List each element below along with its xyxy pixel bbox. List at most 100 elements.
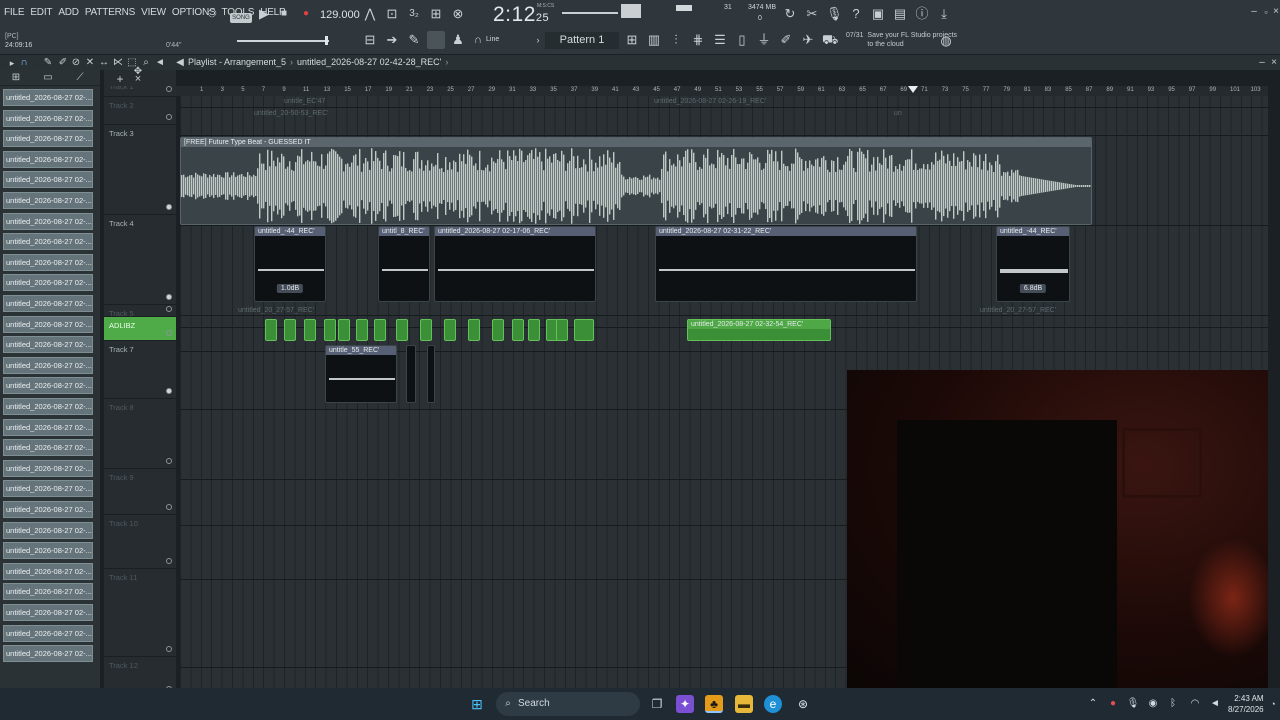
track-mute-dot[interactable]: [166, 294, 172, 300]
move-icon[interactable]: ✥: [130, 64, 146, 80]
track-mute-dot[interactable]: [166, 458, 172, 464]
record-icon[interactable]: ●: [298, 6, 314, 22]
picker-clip-item[interactable]: untitled_2026-08-27 02-...: [3, 501, 93, 518]
menu-file[interactable]: FILE: [4, 7, 25, 18]
help-icon[interactable]: ?: [848, 6, 864, 22]
adlib-clip[interactable]: [324, 319, 336, 341]
track-header[interactable]: Track 2: [104, 97, 176, 125]
adlib-clip[interactable]: [512, 319, 524, 341]
beat-audio-clip[interactable]: [FREE] Future Type Beat - GUESSED IT: [180, 137, 1092, 225]
adlib-clip[interactable]: [396, 319, 408, 341]
track-mute-dot[interactable]: [166, 86, 172, 92]
adlib-clip[interactable]: [338, 319, 350, 341]
picker-audio-icon[interactable]: ▭: [40, 70, 56, 86]
vocal-clip[interactable]: untitled_2026-08-27 02-17-06_REC': [434, 226, 596, 302]
vocal-clip[interactable]: untitl_8_REC': [378, 226, 430, 302]
track-header[interactable]: Track 8: [104, 399, 176, 469]
adlib-clip[interactable]: [356, 319, 368, 341]
arrangement-arrow-icon[interactable]: ◀: [172, 55, 188, 71]
bird-icon[interactable]: ✈: [800, 32, 816, 48]
vocal-clip-fragment[interactable]: [427, 345, 435, 403]
wait-input-icon[interactable]: ⊡: [384, 6, 400, 22]
snap-tool-button[interactable]: [427, 31, 445, 49]
countdown-icon[interactable]: 3₂: [406, 6, 422, 22]
picker-clip-item[interactable]: untitled_2026-08-27 02-...: [3, 274, 93, 292]
snap-value[interactable]: Line: [486, 36, 499, 43]
picker-clip-item[interactable]: untitled_2026-08-27 02-...: [3, 480, 93, 498]
info-icon[interactable]: ⓘ: [914, 6, 930, 22]
microphone-icon[interactable]: 🎙: [1124, 695, 1142, 713]
menu-patterns[interactable]: PATTERNS: [85, 7, 135, 18]
browser-icon[interactable]: ▤: [892, 6, 908, 22]
picker-clip-item[interactable]: untitled_2026-08-27 02-...: [3, 398, 93, 415]
pattern-mode-icon[interactable]: ⊟: [362, 32, 378, 48]
picker-clip-item[interactable]: untitled_2026-08-27 02-...: [3, 624, 93, 642]
picker-clip-item[interactable]: untitled_2026-08-27 02-...: [3, 150, 93, 168]
piano-roll-icon[interactable]: ▥: [646, 32, 662, 48]
track-mute-dot[interactable]: [166, 114, 172, 120]
adlib-clip[interactable]: [492, 319, 504, 341]
picker-clip-item[interactable]: untitled_2026-08-27 02-...: [3, 109, 93, 127]
track-mute-dot[interactable]: [166, 204, 172, 210]
master-volume-handle[interactable]: [325, 36, 328, 45]
vocal-clip[interactable]: untitled_-44_REC' 6.8dB: [996, 226, 1070, 302]
picker-clip-item[interactable]: untitled_2026-08-27 02-...: [3, 356, 93, 374]
adlib-clip[interactable]: [420, 319, 432, 341]
menu-add[interactable]: ADD: [58, 7, 79, 18]
blend-notes-icon[interactable]: ⊗: [450, 6, 466, 22]
track-header[interactable]: Track 4: [104, 215, 176, 305]
clipboard-icon[interactable]: ▯: [734, 32, 750, 48]
picker-clip-item[interactable]: untitled_2026-08-27 02-...: [3, 315, 93, 333]
play-icon[interactable]: ▶: [256, 6, 272, 22]
stop-icon[interactable]: ■: [276, 6, 292, 22]
adlib-clip[interactable]: [468, 319, 480, 341]
magnet-icon[interactable]: ∩: [16, 55, 32, 71]
bluetooth-icon[interactable]: ᛒ: [1164, 695, 1182, 713]
picker-clip-item[interactable]: untitled_2026-08-27 02-...: [3, 604, 93, 621]
obs-icon[interactable]: ⊛: [794, 695, 812, 713]
fl-studio-icon[interactable]: ♣: [705, 695, 723, 713]
track-mute-dot[interactable]: [166, 306, 172, 312]
menu-view[interactable]: VIEW: [141, 7, 166, 18]
pattern-selector[interactable]: Pattern 1: [545, 32, 619, 49]
globe-icon[interactable]: ◍: [938, 33, 954, 49]
track-mute-dot[interactable]: [166, 558, 172, 564]
tempo-display[interactable]: 129.000: [320, 9, 360, 21]
track-header[interactable]: ADLIBZ: [104, 317, 176, 341]
adlib-clip[interactable]: [284, 319, 296, 341]
vocal-clip[interactable]: untitled_-44_REC' 1.0dB: [254, 226, 326, 302]
pencil-tool-icon[interactable]: ✎: [40, 55, 56, 71]
picker-clip-item[interactable]: untitled_2026-08-27 02-...: [3, 439, 93, 457]
picker-clip-item[interactable]: untitled_2026-08-27 02-...: [3, 171, 93, 189]
adlib-clip[interactable]: [304, 319, 316, 341]
notification-bell-icon[interactable]: ◔: [1264, 695, 1280, 713]
picker-clip-item[interactable]: untitled_2026-08-27 02-...: [3, 192, 93, 209]
track-header[interactable]: Track 10: [104, 515, 176, 569]
vocal-clip-fragment[interactable]: [406, 345, 416, 403]
timeline-ruler[interactable]: 1 3 5 7 9 11 13 15 17 19 21 23 25 27 29 31 33 35 37 39 41 43 4…: [176, 86, 1268, 96]
track-header[interactable]: Track 9: [104, 469, 176, 515]
download-icon[interactable]: ⤓: [936, 6, 952, 22]
track-mute-dot[interactable]: [166, 646, 172, 652]
picker-clip-item[interactable]: untitled_2026-08-27 02-...: [3, 212, 93, 230]
adlib-clip[interactable]: [265, 319, 277, 341]
arrow-icon[interactable]: ➔: [384, 32, 400, 48]
track-mute-dot[interactable]: [166, 330, 172, 336]
track-mute-dot[interactable]: [166, 388, 172, 394]
tools-icon[interactable]: ✂: [804, 6, 820, 22]
menu-edit[interactable]: EDIT: [30, 7, 52, 18]
channel-rack-icon[interactable]: ⊞: [624, 32, 640, 48]
playlist-current-clip[interactable]: untitled_2026-08-27 02-42-28_REC': [297, 57, 441, 67]
close-icon[interactable]: ×: [1268, 4, 1280, 20]
cart-icon[interactable]: ⛟: [822, 32, 838, 48]
speaker-icon[interactable]: ◄: [152, 55, 168, 71]
refresh-icon[interactable]: ↻: [782, 6, 798, 22]
track-header[interactable]: Track 12: [104, 657, 176, 688]
picker-clip-item[interactable]: untitled_2026-08-27 02-...: [3, 583, 93, 601]
wifi-icon[interactable]: ◠: [1186, 695, 1204, 713]
add-track-icon[interactable]: +: [112, 71, 128, 87]
volume-icon[interactable]: ◄: [1206, 695, 1224, 713]
adlib-clip[interactable]: [374, 319, 386, 341]
picker-clip-item[interactable]: untitled_2026-08-27 02-...: [3, 130, 93, 148]
taskbar-search[interactable]: Search: [496, 692, 640, 716]
